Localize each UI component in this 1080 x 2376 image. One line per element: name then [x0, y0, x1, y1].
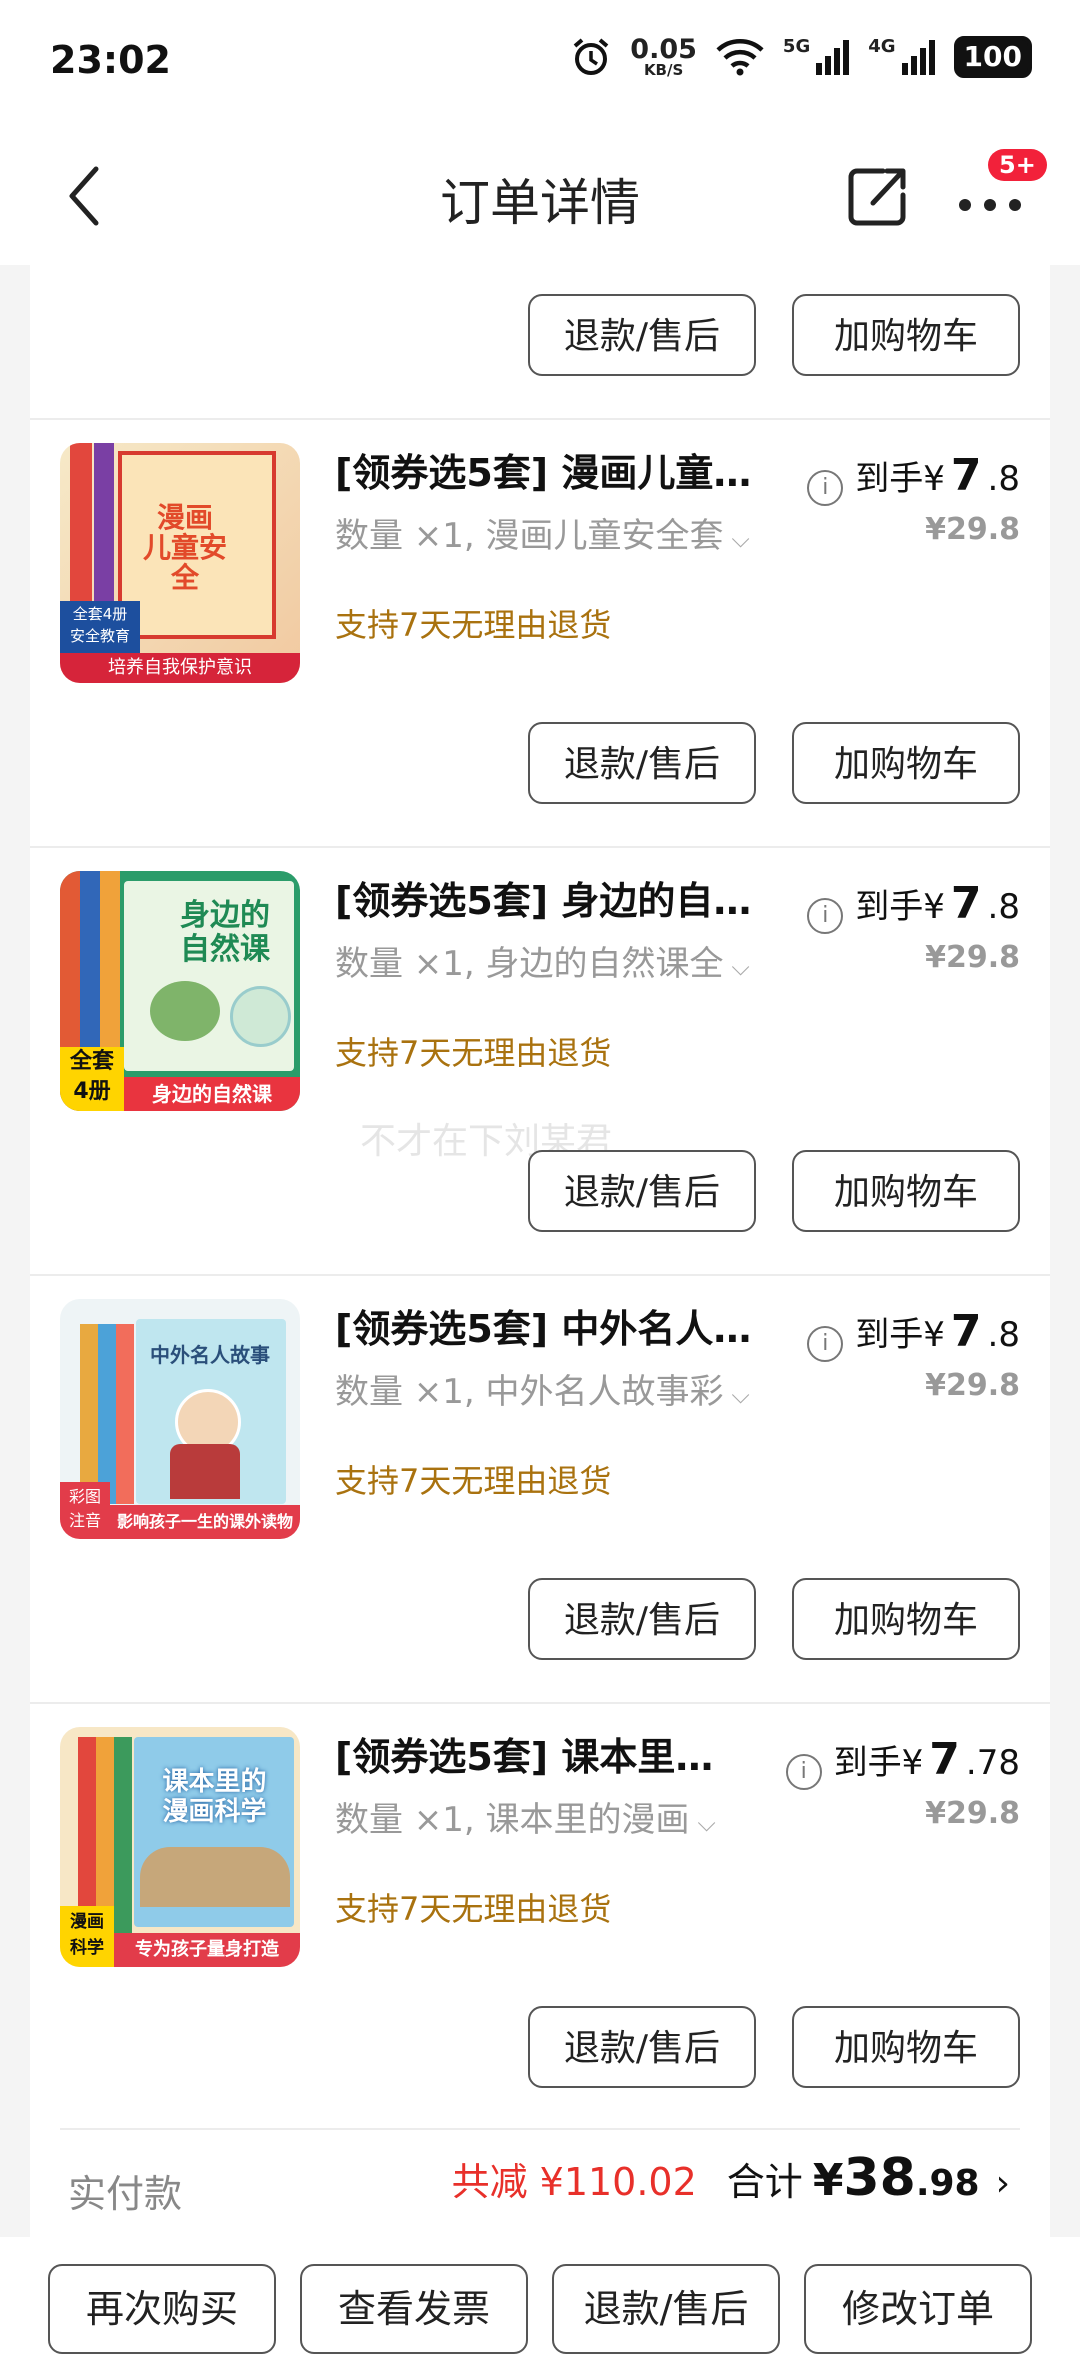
product-thumbnail[interactable]: 身边的 自然课 身边的自然课 全套 4册: [60, 871, 300, 1111]
refund-button[interactable]: 退款/售后: [528, 1578, 756, 1660]
battery-icon: 100: [953, 36, 1032, 78]
buy-again-button[interactable]: 再次购买: [48, 2264, 276, 2354]
network-speed: 0.05 KB/S: [630, 34, 697, 79]
refund-button[interactable]: 退款/售后: [528, 294, 756, 376]
total-amount: ¥38.98: [812, 2148, 980, 2208]
refund-button[interactable]: 退款/售后: [528, 722, 756, 804]
item-spec[interactable]: 数量 ×1, 身边的自然课全 ⌵: [335, 936, 750, 985]
status-bar: 23:02 0.05 KB/S 5G 4G 100: [0, 0, 1080, 125]
divider: [30, 418, 1050, 420]
view-invoice-button[interactable]: 查看发票: [300, 2264, 528, 2354]
signal-icon: [816, 40, 850, 75]
original-price: ¥29.8: [925, 1796, 1020, 1831]
alarm-icon: [573, 38, 609, 75]
chevron-down-icon: ⌵: [731, 525, 750, 553]
item-title[interactable]: [领券选5套] 身边的自…: [335, 870, 765, 925]
status-icons: 0.05 KB/S 5G 4G 100: [570, 36, 1032, 78]
item-spec[interactable]: 数量 ×1, 课本里的漫画 ⌵: [335, 1792, 716, 1841]
product-thumbnail[interactable]: 课本里的 漫画科学 专为孩子量身打造 漫画 科学: [60, 1727, 300, 1967]
add-to-cart-button[interactable]: 加购物车: [792, 1578, 1020, 1660]
info-icon[interactable]: i: [807, 470, 844, 506]
product-thumbnail[interactable]: 中外名人故事 影响孩子一生的课外读物 彩图 注音: [60, 1299, 300, 1539]
signal-4g-label: 4G: [868, 35, 896, 57]
signal-5g-label: 5G: [782, 35, 811, 57]
chevron-right-icon: ›: [995, 2163, 1010, 2204]
item-spec[interactable]: 数量 ×1, 中外名人故事彩 ⌵: [335, 1364, 750, 1413]
wifi-icon: [716, 39, 764, 76]
original-price: ¥29.8: [925, 512, 1020, 547]
modify-order-button[interactable]: 修改订单: [804, 2264, 1032, 2354]
product-thumbnail[interactable]: 漫画 儿童安全 培养自我保护意识 全套4册 安全教育: [60, 443, 300, 683]
divider: [30, 1274, 1050, 1276]
item-price: i 到手¥ 7.8 ¥29.8: [807, 1306, 1020, 1403]
item-price: i 到手¥ 7.8 ¥29.8: [807, 878, 1020, 975]
info-icon[interactable]: i: [807, 898, 844, 934]
payment-summary[interactable]: 共减 ¥110.02 合计 ¥38.98 ›: [452, 2148, 1010, 2208]
item-price: i 到手¥ 7.78 ¥29.8: [785, 1734, 1020, 1831]
info-icon[interactable]: i: [807, 1326, 844, 1362]
return-policy: 支持7天无理由退货: [335, 606, 612, 644]
chevron-down-icon: ⌵: [731, 1381, 750, 1409]
total-label: 合计: [726, 2160, 803, 2204]
item-spec[interactable]: 数量 ×1, 漫画儿童安全套 ⌵: [335, 508, 750, 557]
refund-button[interactable]: 退款/售后: [528, 1150, 756, 1232]
discount-amount: 共减 ¥110.02: [451, 2160, 697, 2204]
notification-badge: 5+: [988, 149, 1047, 181]
refund-aftersale-button[interactable]: 退款/售后: [552, 2264, 780, 2354]
paid-amount-label: 实付款: [68, 2172, 183, 2216]
return-policy: 支持7天无理由退货: [335, 1462, 612, 1500]
info-icon[interactable]: i: [785, 1754, 822, 1790]
item-title[interactable]: [领券选5套] 中外名人…: [335, 1298, 765, 1353]
original-price: ¥29.8: [925, 940, 1020, 975]
return-policy: 支持7天无理由退货: [335, 1890, 612, 1928]
divider: [60, 2128, 1020, 2130]
share-icon[interactable]: [845, 165, 909, 229]
signal-icon-2: [901, 40, 935, 75]
nav-bar: 订单详情 5+: [0, 125, 1080, 265]
return-policy: 支持7天无理由退货: [335, 1034, 612, 1072]
add-to-cart-button[interactable]: 加购物车: [792, 2006, 1020, 2088]
divider: [30, 1702, 1050, 1704]
chevron-down-icon: ⌵: [731, 953, 750, 981]
divider: [30, 846, 1050, 848]
add-to-cart-button[interactable]: 加购物车: [792, 1150, 1020, 1232]
chevron-down-icon: ⌵: [697, 1809, 716, 1837]
bottom-action-bar: 再次购买 查看发票 退款/售后 修改订单: [0, 2237, 1080, 2376]
more-icon[interactable]: [955, 175, 1035, 225]
refund-button[interactable]: 退款/售后: [528, 2006, 756, 2088]
status-time: 23:02: [50, 38, 171, 82]
item-title[interactable]: [领券选5套] 漫画儿童…: [335, 442, 765, 497]
item-title[interactable]: [领券选5套] 课本里…: [335, 1726, 735, 1781]
add-to-cart-button[interactable]: 加购物车: [792, 294, 1020, 376]
original-price: ¥29.8: [925, 1368, 1020, 1403]
page-title: 订单详情: [440, 174, 640, 232]
item-price: i 到手¥ 7.8 ¥29.8: [807, 450, 1020, 547]
add-to-cart-button[interactable]: 加购物车: [792, 722, 1020, 804]
